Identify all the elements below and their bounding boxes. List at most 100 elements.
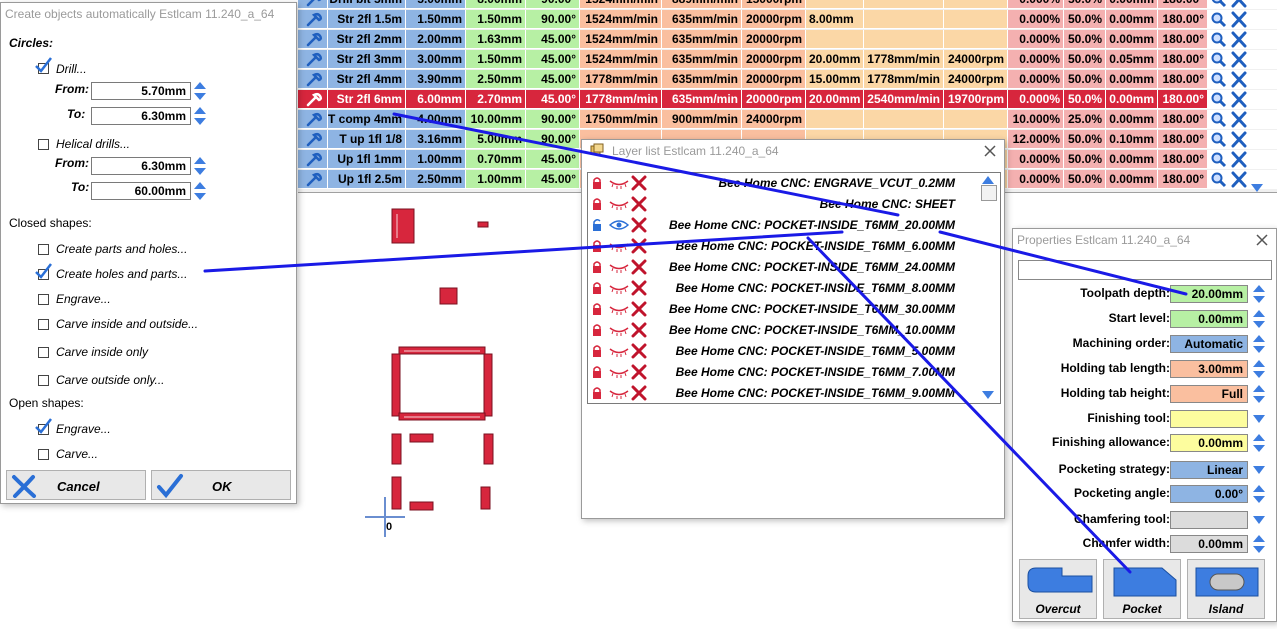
layer-row[interactable]: Bee Home CNC: POCKET-INSIDE_T6MM_5.00MM [588, 341, 983, 362]
stepper-icon[interactable] [1251, 384, 1267, 409]
tool-row[interactable]: Str 2fl 4mm 3.90mm 2.50mm 45.00° 1778mm/min 6… [298, 70, 1277, 90]
dropdown-arrow-icon[interactable] [1251, 510, 1267, 535]
tool-cell-d2[interactable]: 1.50mm [466, 10, 526, 29]
tool-cell-name[interactable]: Up 1fl 1mm [328, 150, 406, 169]
delete-tool-icon[interactable] [1230, 31, 1248, 48]
option-checkbox[interactable] [38, 347, 49, 358]
drill-to-input[interactable]: 6.30mm [91, 107, 191, 125]
tool-cell-d1[interactable]: 2.00mm [406, 30, 466, 49]
delete-tool-icon[interactable] [1230, 111, 1248, 128]
tool-cell-f2[interactable]: 889mm/min [662, 0, 742, 9]
property-value[interactable]: Automatic [1170, 335, 1248, 353]
tool-cell-p1[interactable]: 0.000% [1008, 30, 1064, 49]
tool-cell-a[interactable]: 45.00° [526, 50, 580, 69]
property-value[interactable]: Full [1170, 385, 1248, 403]
tool-cell-x1[interactable] [806, 30, 864, 49]
tool-cell-p4[interactable]: 180.00° [1158, 50, 1208, 69]
lock-icon[interactable] [591, 365, 603, 384]
tool-cell-d2[interactable]: 5.00mm [466, 130, 526, 149]
magnifier-icon[interactable] [1210, 91, 1228, 108]
tool-cell-x2[interactable] [864, 110, 944, 129]
layer-row[interactable]: Bee Home CNC: POCKET-INSIDE_T6MM_10.00MM [588, 320, 983, 341]
property-value[interactable]: 20.00mm [1170, 285, 1248, 303]
tool-row[interactable]: Str 2fl 2mm 2.00mm 1.63mm 45.00° 1524mm/min 6… [298, 30, 1277, 50]
tool-cell-name[interactable]: T comp 4mm [328, 110, 406, 129]
tool-cell-p4[interactable]: 180.00° [1158, 90, 1208, 109]
property-value[interactable] [1170, 511, 1248, 529]
tool-row[interactable]: Str 2fl 1.5m 1.50mm 1.50mm 90.00° 1524mm/min… [298, 10, 1277, 30]
stepper-icon[interactable] [1251, 334, 1267, 359]
tool-cell-d1[interactable]: 3.00mm [406, 50, 466, 69]
tool-cell-p1[interactable]: 0.000% [1008, 50, 1064, 69]
lock-icon[interactable] [591, 344, 603, 363]
eye-closed-icon[interactable] [608, 239, 630, 258]
tool-cell-d1[interactable]: 4.00mm [406, 110, 466, 129]
tool-cell-x2[interactable]: 1778mm/min [864, 50, 944, 69]
layer-row[interactable]: Bee Home CNC: POCKET-INSIDE_T6MM_30.00MM [588, 299, 983, 320]
tool-cell-rpm[interactable]: 20000rpm [742, 50, 806, 69]
lock-icon[interactable] [591, 323, 603, 342]
tool-cell-p3[interactable]: 0.00mm [1106, 10, 1158, 29]
tool-cell-x1[interactable]: 15.00mm [806, 70, 864, 89]
eye-closed-icon[interactable] [608, 386, 630, 403]
option-checkbox[interactable] [38, 319, 49, 330]
tool-table-scroll-down-icon[interactable] [1250, 180, 1264, 198]
tool-cell-p2[interactable]: 50.0% [1064, 30, 1106, 49]
tool-cell-f1[interactable]: 1778mm/min [580, 90, 662, 109]
layer-row[interactable]: Bee Home CNC: POCKET-INSIDE_T6MM_7.00MM [588, 362, 983, 383]
tool-cell-a[interactable]: 90.00° [526, 0, 580, 9]
lock-icon[interactable] [591, 197, 603, 216]
eye-icon[interactable] [608, 218, 630, 237]
tool-cell-p1[interactable]: 12.000% [1008, 130, 1064, 149]
eye-closed-icon[interactable] [608, 281, 630, 300]
tool-cell-a[interactable]: 45.00° [526, 90, 580, 109]
tool-cell-f1[interactable]: 1750mm/min [580, 110, 662, 129]
property-value[interactable] [1170, 410, 1248, 428]
tool-cell-d2[interactable]: 8.00mm [466, 0, 526, 9]
tool-cell-name[interactable]: Str 2fl 6mm [328, 90, 406, 109]
tool-cell-p4[interactable]: 180.00° [1158, 10, 1208, 29]
delete-tool-icon[interactable] [1230, 71, 1248, 88]
tool-cell-x3[interactable]: 24000rpm [944, 50, 1008, 69]
tool-cell-f1[interactable]: 1778mm/min [580, 70, 662, 89]
tool-cell-a[interactable]: 45.00° [526, 70, 580, 89]
tool-cell-name[interactable]: Str 2fl 1.5m [328, 10, 406, 29]
magnifier-icon[interactable] [1210, 111, 1228, 128]
layer-row[interactable]: Bee Home CNC: ENGRAVE_VCUT_0.2MM [588, 173, 983, 194]
tool-cell-p3[interactable]: 0.00mm [1106, 90, 1158, 109]
tool-cell-p3[interactable]: 0.10mm [1106, 130, 1158, 149]
layer-row[interactable]: Bee Home CNC: POCKET-INSIDE_T6MM_24.00MM [588, 257, 983, 278]
stepper-icon[interactable] [1251, 484, 1267, 509]
helical-from-stepper[interactable] [193, 156, 207, 176]
magnifier-icon[interactable] [1210, 0, 1228, 8]
tool-cell-f1[interactable]: 1524mm/min [580, 30, 662, 49]
eye-closed-icon[interactable] [608, 260, 630, 279]
layer-row[interactable]: Bee Home CNC: SHEET [588, 194, 983, 215]
tool-cell-d2[interactable]: 1.63mm [466, 30, 526, 49]
lock-icon[interactable] [591, 176, 603, 195]
tool-cell-p4[interactable]: 180.00° [1158, 110, 1208, 129]
tool-cell-p1[interactable]: 0.000% [1008, 90, 1064, 109]
delete-tool-icon[interactable] [1230, 171, 1248, 188]
tool-cell-a[interactable]: 90.00° [526, 130, 580, 149]
tool-cell-d2[interactable]: 1.00mm [466, 170, 526, 189]
tool-cell-f2[interactable]: 900mm/min [662, 110, 742, 129]
eye-closed-icon[interactable] [608, 323, 630, 342]
tool-cell-d1[interactable]: 1.50mm [406, 10, 466, 29]
magnifier-icon[interactable] [1210, 11, 1228, 28]
tool-cell-p3[interactable]: 0.00mm [1106, 150, 1158, 169]
helical-checkbox[interactable] [38, 139, 49, 150]
tool-cell-f1[interactable]: 1524mm/min [580, 0, 662, 9]
tool-cell-name[interactable]: Str 2fl 4mm [328, 70, 406, 89]
delete-tool-icon[interactable] [1230, 51, 1248, 68]
tool-cell-x1[interactable] [806, 0, 864, 9]
tool-cell-p3[interactable]: 0.00mm [1106, 170, 1158, 189]
helical-to-input[interactable]: 60.00mm [91, 182, 191, 200]
tool-cell-x2[interactable] [864, 0, 944, 9]
tool-cell-p4[interactable]: 180.00° [1158, 130, 1208, 149]
tool-cell-d2[interactable]: 0.70mm [466, 150, 526, 169]
eye-closed-icon[interactable] [608, 302, 630, 321]
tool-cell-p4[interactable]: 180.00° [1158, 30, 1208, 49]
drill-from-input[interactable]: 5.70mm [91, 82, 191, 100]
eye-closed-icon[interactable] [608, 365, 630, 384]
